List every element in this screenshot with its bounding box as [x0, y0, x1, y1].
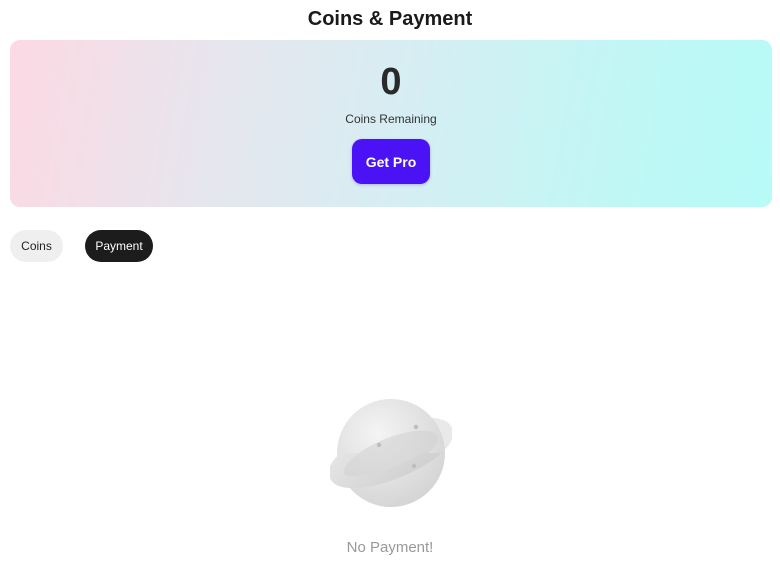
- tab-payment[interactable]: Payment: [85, 230, 153, 262]
- coins-card: 0 Coins Remaining Get Pro: [10, 40, 772, 207]
- planet-icon: [328, 395, 454, 511]
- empty-state-message: No Payment!: [346, 539, 434, 556]
- tab-coins[interactable]: Coins: [10, 230, 63, 262]
- coins-payment-page: Coins & Payment 0 Coins Remaining Get Pr…: [0, 0, 780, 571]
- get-pro-button[interactable]: Get Pro: [352, 139, 430, 184]
- coins-label: Coins Remaining: [345, 112, 437, 126]
- page-title: Coins & Payment: [307, 8, 473, 30]
- coins-value: 0: [380, 61, 402, 103]
